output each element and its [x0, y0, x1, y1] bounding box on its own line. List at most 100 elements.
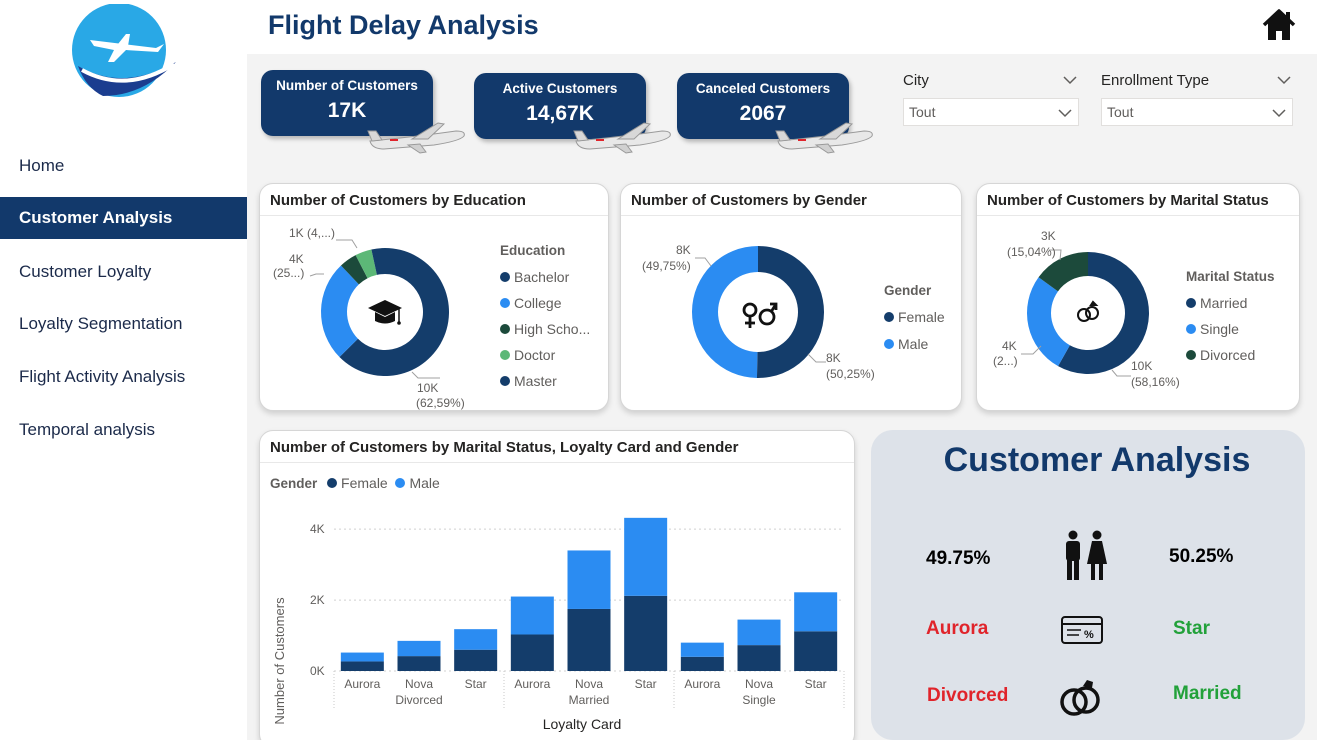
nav-customer-analysis[interactable]: Customer Analysis [0, 197, 247, 239]
legend-item[interactable]: Divorced [1186, 342, 1275, 368]
bar-female[interactable] [737, 645, 781, 671]
legend-item[interactable]: Master [500, 368, 590, 394]
legend-title: Gender [270, 476, 318, 491]
marital-status-donut: 10K (58,16%) 4K (2...) 3K (15,04%) [993, 229, 1180, 389]
nav-temporal-analysis[interactable]: Temporal analysis [0, 409, 247, 451]
education-legend: Education Bachelor College High Scho... … [500, 238, 590, 394]
donut-slice-single[interactable] [1027, 277, 1070, 367]
data-label: 4K [289, 252, 304, 266]
bar-male[interactable] [510, 596, 554, 635]
donut-slice-male[interactable] [692, 246, 758, 378]
city-dropdown[interactable]: Tout [903, 98, 1079, 126]
nav-home[interactable]: Home [0, 145, 247, 187]
enrollment-type-dropdown-value: Tout [1107, 104, 1134, 120]
legend-item[interactable]: Bachelor [500, 264, 590, 290]
legend-item[interactable]: Female [327, 475, 388, 491]
bar-male[interactable] [680, 642, 724, 657]
marital-status-chart-card: Number of Customers by Marital Status 10… [976, 183, 1300, 411]
marital-status-legend: Marital Status Married Single Divorced [1186, 264, 1275, 368]
gender-chart-card: Number of Customers by Gender 8K (50,25%… [620, 183, 962, 411]
bar-male[interactable] [794, 592, 838, 632]
data-label: 3K [1041, 229, 1056, 243]
bar-male[interactable] [397, 640, 441, 657]
bar-female[interactable] [397, 656, 441, 671]
gender-icon [742, 302, 778, 328]
bar-female[interactable] [567, 608, 611, 671]
enrollment-type-dropdown[interactable]: Tout [1101, 98, 1293, 126]
legend-item[interactable]: High Scho... [500, 316, 590, 342]
legend-item[interactable]: Female [884, 304, 945, 331]
chart-title: Number of Customers by Marital Status [987, 192, 1269, 209]
bar-male[interactable] [737, 619, 781, 646]
bar-male[interactable] [340, 652, 384, 662]
graduation-cap-icon [368, 300, 402, 325]
y-tick-label: 4K [310, 522, 325, 536]
legend-item[interactable]: Single [1186, 316, 1275, 342]
home-icon[interactable] [1261, 7, 1297, 43]
education-donut: 10K (62,59%) 4K (25...) 1K (4,...) [273, 226, 465, 410]
legend-item[interactable]: Married [1186, 290, 1275, 316]
data-label: 10K [417, 381, 438, 395]
donut-slice-female[interactable] [756, 246, 824, 378]
chevron-down-icon[interactable] [1277, 75, 1291, 85]
bar-female[interactable] [510, 634, 554, 671]
airplane-icon [367, 122, 465, 154]
data-label: 4K [1002, 339, 1017, 353]
x-tick-label: Aurora [514, 677, 550, 691]
y-axis-label: Number of Customers [272, 597, 287, 725]
page-title: Flight Delay Analysis [268, 10, 539, 40]
chart-title: Number of Customers by Education [270, 192, 526, 209]
legend-item[interactable]: College [500, 290, 590, 316]
loyalty-card-icon: % [1061, 616, 1103, 644]
legend-title: Education [500, 243, 566, 258]
airplane-icon [775, 122, 873, 154]
customer-analysis-summary: Customer Analysis 49.75% 50.25% Aurora %… [871, 430, 1305, 740]
enrollment-type-slicer: Enrollment Type Tout [1101, 72, 1293, 126]
legend-title: Marital Status [1186, 269, 1275, 284]
data-label: (2...) [993, 354, 1018, 368]
legend-title: Gender [884, 283, 932, 298]
nav-customer-loyalty[interactable]: Customer Loyalty [0, 251, 247, 293]
legend-item[interactable]: Male [395, 475, 440, 491]
svg-text:%: % [1084, 629, 1094, 641]
x-tick-label: Aurora [684, 677, 720, 691]
x-group-label: Divorced [395, 693, 442, 707]
x-group-label: Single [742, 693, 776, 707]
chevron-down-icon[interactable] [1063, 75, 1077, 85]
rings-icon [1077, 300, 1099, 322]
kpi-label: Canceled Customers [695, 81, 831, 96]
airplane-icon [573, 122, 671, 154]
data-label: (49,75%) [642, 259, 691, 273]
bar-female[interactable] [454, 649, 498, 671]
x-tick-label: Nova [745, 677, 773, 691]
bar-male[interactable] [454, 629, 498, 650]
bar-legend: Gender Female Male [270, 475, 440, 491]
kpi-label: Active Customers [502, 81, 618, 96]
chevron-down-icon [1272, 109, 1286, 118]
bar-female[interactable] [794, 631, 838, 671]
gender-legend: Gender Female Male [884, 277, 945, 358]
x-axis-label: Loyalty Card [543, 716, 622, 732]
data-label: 1K (4,...) [289, 226, 335, 240]
bar-male[interactable] [567, 550, 611, 609]
data-label: 8K [826, 351, 841, 365]
slicer-title-text: City [903, 72, 929, 89]
male-percentage: 50.25% [1169, 546, 1234, 567]
nav-flight-activity-analysis[interactable]: Flight Activity Analysis [0, 356, 247, 398]
bar-female[interactable] [624, 595, 668, 671]
y-tick-label: 0K [310, 664, 325, 678]
nav-loyalty-segmentation[interactable]: Loyalty Segmentation [0, 303, 247, 345]
bar-male[interactable] [624, 517, 668, 596]
x-tick-label: Nova [575, 677, 603, 691]
sidebar: Home Customer Analysis Customer Loyalty … [0, 0, 247, 740]
legend-item[interactable]: Male [884, 331, 945, 358]
slicer-title: City [903, 72, 1079, 94]
legend-item[interactable]: Doctor [500, 342, 590, 368]
summary-title: Customer Analysis [943, 441, 1251, 479]
stacked-bar-chart-card: Number of Customers by Marital Status, L… [259, 430, 855, 740]
bar-female[interactable] [680, 656, 724, 671]
header: Flight Delay Analysis [247, 0, 1317, 54]
data-label: (25...) [273, 266, 304, 280]
donut-slice-college[interactable] [321, 265, 359, 357]
bar-female[interactable] [340, 661, 384, 671]
